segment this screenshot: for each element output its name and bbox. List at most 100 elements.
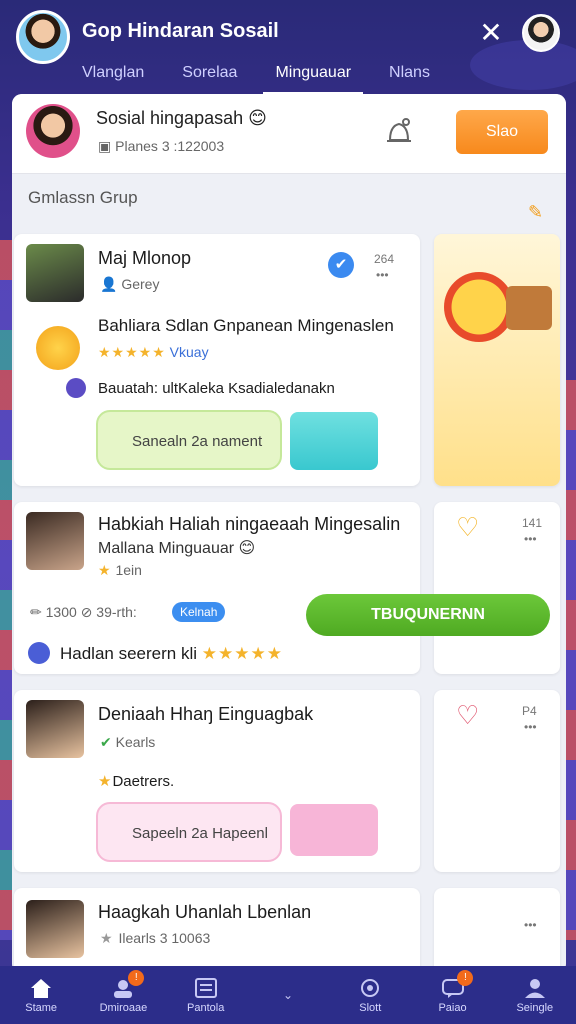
list-icon xyxy=(194,977,217,998)
bell-icon xyxy=(387,118,411,142)
group-title: Sosial hingapasah 😊 xyxy=(96,108,267,128)
reaction-pill-pink[interactable]: Sapeeln 2a Hapeenl xyxy=(96,802,282,862)
heart-icon[interactable]: ♡ xyxy=(456,512,479,543)
side-card-3[interactable]: ♡ P4 ••• xyxy=(434,690,560,872)
nav-profile[interactable]: Seingle xyxy=(494,966,576,1024)
post-author[interactable]: Haagkah Uhanlah Lbenlan xyxy=(98,902,311,923)
side-card-2[interactable]: ♡ 141 ••• xyxy=(434,502,560,674)
tab-3-active[interactable]: Minguauar xyxy=(263,60,364,95)
user-icon: 👤 xyxy=(100,276,122,292)
post-card-3[interactable]: Deniaah Hhaŋ Einguagbak ✔ Kearls ★Daetre… xyxy=(14,690,420,872)
post-count: P4 xyxy=(522,704,537,718)
pill-label: Sapeeln 2a xyxy=(132,825,208,842)
top-tabs: Vlanglan Sorelaa Minguauar Nlans xyxy=(70,60,456,95)
star-icon: ★ xyxy=(98,562,112,578)
post-author[interactable]: Maj Mlonop xyxy=(98,248,191,269)
post-meta-text: Ilearls 3 10063 xyxy=(118,930,211,946)
post-line-2-text: Daetrers. xyxy=(112,773,175,790)
app-avatar[interactable] xyxy=(16,10,70,64)
heart-icon[interactable]: ♡ xyxy=(456,700,479,731)
more-icon[interactable]: ••• xyxy=(524,720,537,734)
post-card-4[interactable]: Haagkah Uhanlah Lbenlan ★ Ilearls 3 1006… xyxy=(14,888,420,974)
post-tag[interactable]: Kelnah xyxy=(172,602,226,622)
stars-icon: ★★★★★ xyxy=(98,344,166,360)
notification-bell-button[interactable] xyxy=(382,114,416,150)
pen-icon: ✏ xyxy=(30,604,46,620)
nav-home[interactable]: Stame xyxy=(0,966,82,1024)
reaction-pill-green[interactable]: Sanealn 2a nament xyxy=(96,410,282,470)
check-icon: ✔ xyxy=(100,734,116,750)
notification-badge: ! xyxy=(128,970,145,986)
pill-label: Sanealn 2a xyxy=(132,433,208,450)
primary-action-button[interactable]: TBUQUNERNN xyxy=(306,594,550,636)
profile-icon xyxy=(524,978,545,998)
metric-b: 39-rth: xyxy=(96,604,137,620)
members-icon: ▣ xyxy=(98,138,116,154)
post-avatar[interactable] xyxy=(26,244,84,302)
metric-a: 1300 xyxy=(45,604,77,620)
side-promo-card[interactable] xyxy=(434,234,560,486)
post-author[interactable]: Habkiah Haliah ningaeaah Mingesalin xyxy=(98,514,400,535)
gift-box-icon xyxy=(506,286,552,330)
tab-4[interactable]: Nlans xyxy=(377,60,442,95)
close-button[interactable]: ✕ xyxy=(476,18,506,48)
home-icon xyxy=(31,978,52,998)
post-author[interactable]: Deniaah Hhaŋ Einguagbak xyxy=(98,704,313,725)
nav-label: Dmiroaae xyxy=(99,1001,148,1014)
profile-avatar[interactable] xyxy=(522,14,560,52)
post-avatar[interactable] xyxy=(26,900,84,958)
post-meta: ✔ Kearls xyxy=(100,734,155,751)
top-bar: Gop Hindaran Sosail ✕ Vlanglan Sorelaa M… xyxy=(0,0,576,96)
post-meta: ★ Ilearls 3 10063 xyxy=(100,930,210,947)
more-icon[interactable]: ••• xyxy=(376,268,389,282)
post-line-2: ★Daetrers. xyxy=(98,772,174,790)
post-line-2: Hadlan seerern kli ★★★★★ xyxy=(60,644,283,664)
post-meta-2-text: 1ein xyxy=(115,562,142,578)
post-avatar[interactable] xyxy=(26,700,84,758)
post-card-1[interactable]: Maj Mlonop 👤 Gerey ✔ 264 ••• Bahliara Sd… xyxy=(14,234,420,486)
pill-sublabel: nament xyxy=(212,433,263,450)
sticker-thumbnail[interactable] xyxy=(290,412,378,470)
bottom-nav: Stame ! Dmiroaae Pantola ⌄ Slott ! Paiao… xyxy=(0,966,576,1024)
app-title: Gop Hindaran Sosail xyxy=(82,20,279,42)
group-header: Sosial hingapasah 😊 ▣ Planes 3 :122003 S… xyxy=(12,94,566,174)
pill-sublabel: Hapeenl xyxy=(212,825,268,842)
nav-users[interactable]: ! Dmiroaae xyxy=(82,966,164,1024)
game-icon xyxy=(361,978,380,997)
post-tag: Vkuay xyxy=(169,344,209,360)
star-icon: ★ xyxy=(98,773,113,790)
post-meta-text: Gerey xyxy=(121,276,160,292)
verified-icon: ✔ xyxy=(328,252,354,278)
post-avatar[interactable] xyxy=(26,512,84,570)
group-subtitle: ▣ Planes 3 :122003 xyxy=(98,138,224,155)
tab-2[interactable]: Sorelaa xyxy=(170,60,249,95)
nav-label: Slott xyxy=(359,1001,382,1014)
nav-more[interactable]: ⌄ xyxy=(247,966,329,1024)
more-icon[interactable]: ••• xyxy=(524,918,537,932)
sticker-thumbnail[interactable] xyxy=(290,804,378,856)
post-card-2[interactable]: Habkiah Haliah ningaeaah Mingesalin Mall… xyxy=(14,502,420,674)
nav-label: Stame xyxy=(25,1001,58,1014)
tab-1[interactable]: Vlanglan xyxy=(70,60,156,95)
nav-label: Seingle xyxy=(516,1001,554,1014)
nav-label: Paiao xyxy=(438,1001,467,1014)
join-button[interactable]: Slao xyxy=(456,110,548,154)
more-icon[interactable]: ••• xyxy=(524,532,537,546)
main-panel: Sosial hingapasah 😊 ▣ Planes 3 :122003 S… xyxy=(12,94,566,974)
nav-list[interactable]: Pantola xyxy=(165,966,247,1024)
post-metrics: ✏ 1300 ⊘ 39-rth: xyxy=(30,604,137,621)
stars-icon: ★★★★★ xyxy=(201,644,283,663)
side-card-4[interactable]: ••• xyxy=(434,888,560,974)
star-badge-icon xyxy=(444,272,514,342)
nav-game[interactable]: Slott xyxy=(329,966,411,1024)
emoji-sticker-icon xyxy=(36,326,80,370)
nav-message[interactable]: ! Paiao xyxy=(411,966,493,1024)
edit-icon[interactable]: ✎ xyxy=(528,202,543,223)
post-count: 264 xyxy=(374,252,395,266)
post-line-2: Bauatah: ultKaleka Ksadialedanakn xyxy=(98,380,335,397)
group-avatar[interactable] xyxy=(26,104,80,158)
post-meta: Mallana Minguauar 😊 xyxy=(98,540,256,557)
notification-badge: ! xyxy=(457,970,474,986)
group-stats: Planes 3 :122003 xyxy=(115,138,225,154)
post-count: 141 xyxy=(522,516,543,530)
